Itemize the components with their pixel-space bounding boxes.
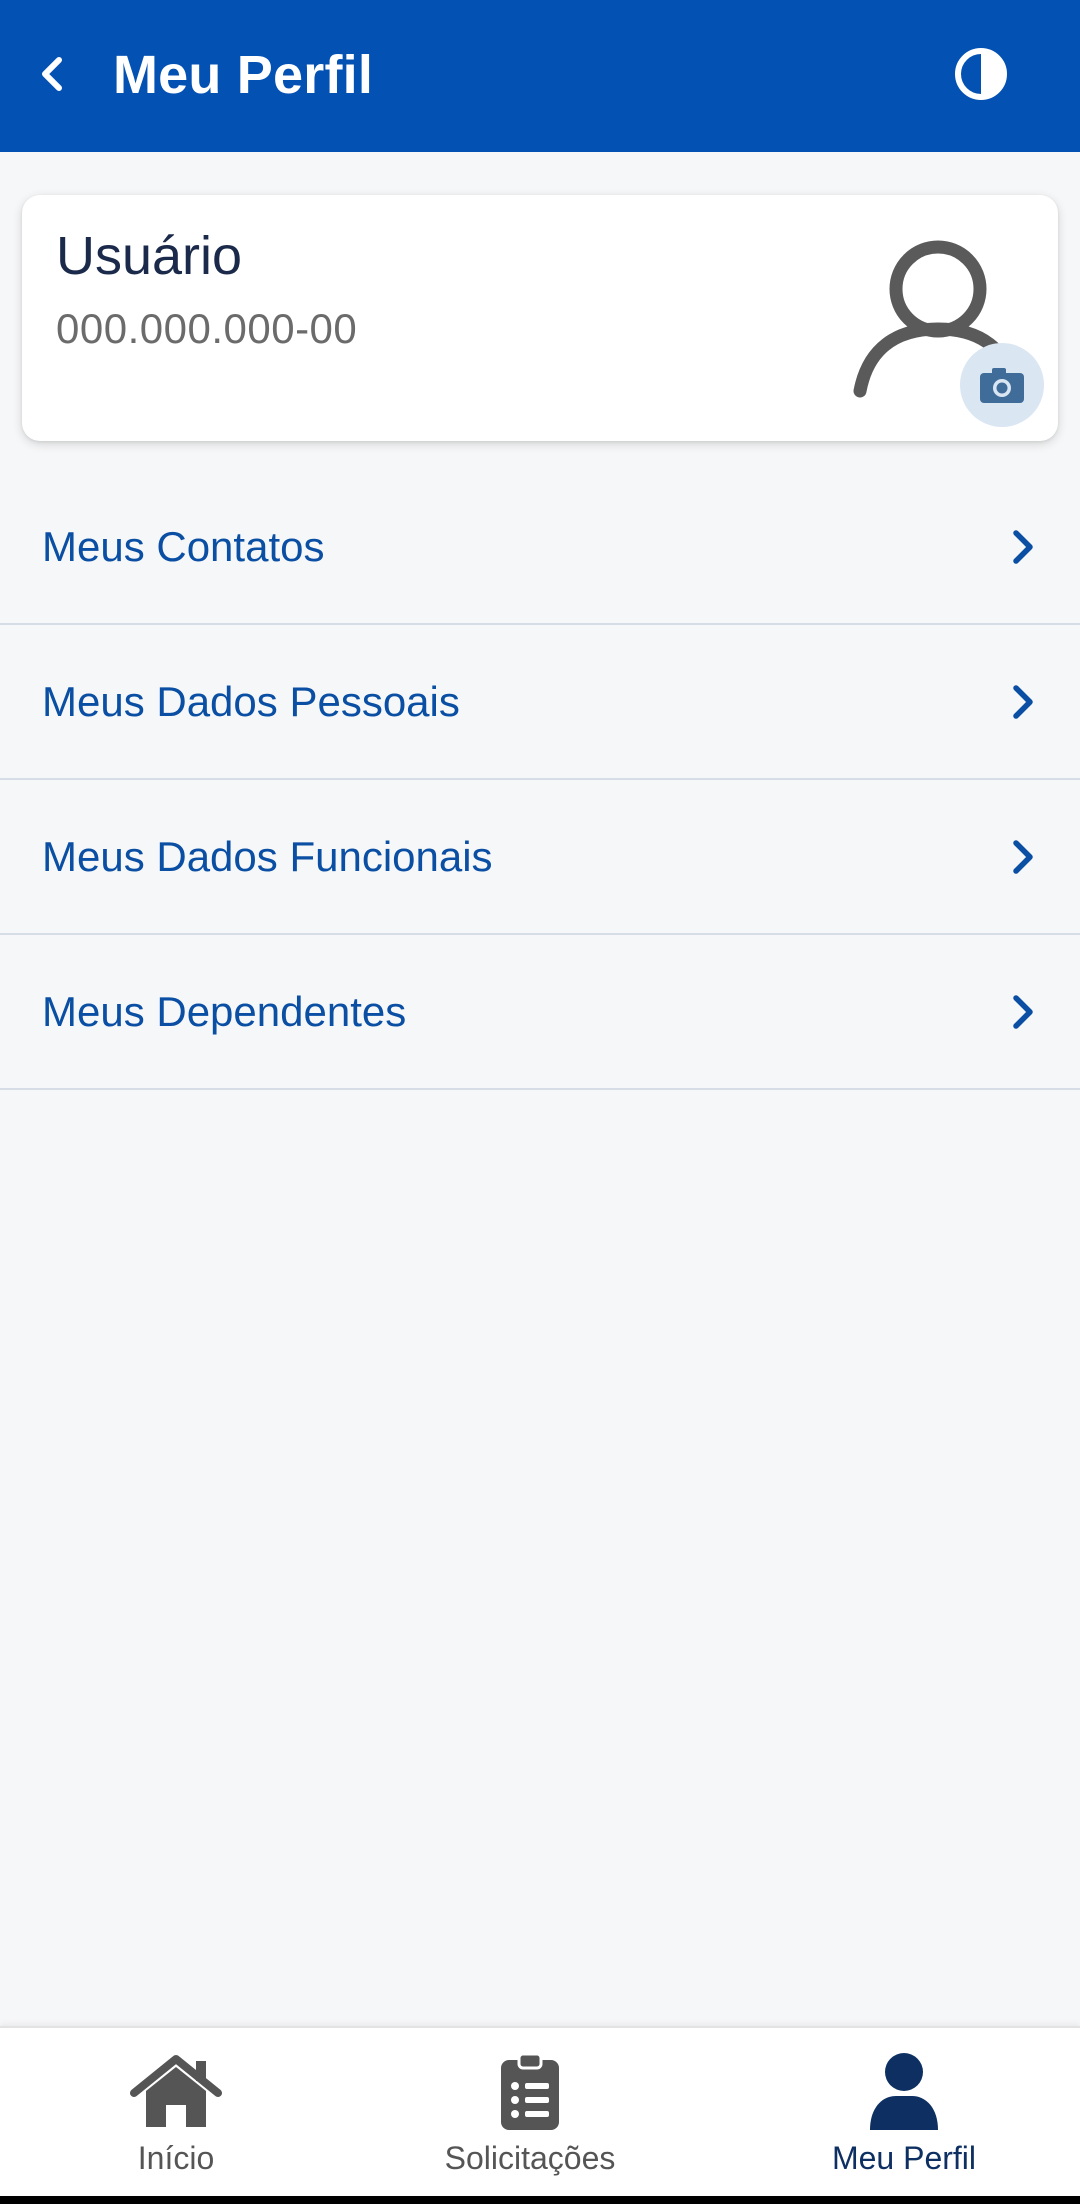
page-title: Meu Perfil [113,45,374,105]
profile-card: Usuário 000.000.000-00 [22,195,1058,441]
nav-tab-label: Meu Perfil [831,2140,977,2176]
menu-item-dependentes[interactable]: Meus Dependentes [0,935,1080,1090]
menu-item-label: Meus Dados Pessoais [42,677,460,725]
home-icon [130,2055,222,2127]
user-document-number: 000.000.000-00 [56,305,358,352]
user-name: Usuário [56,226,243,286]
user-icon [870,2053,938,2130]
contrast-toggle-button[interactable] [945,38,1017,110]
nav-tab-label: Solicitações [444,2140,616,2176]
profile-menu: Meus Contatos Meus Dados Pessoais Meus D… [0,470,1080,1090]
nav-tab-inicio[interactable]: Início [26,2028,326,2202]
contrast-icon [955,48,1007,100]
chevron-left-icon [42,57,62,91]
profile-screen: Meu Perfil Usuário 000.000.000-00 Meus C… [0,0,1080,2204]
clipboard-list-icon [501,2052,559,2130]
chevron-right-icon [1013,994,1033,1029]
bottom-navigation: Início Solicitações Meu Perfil [0,2026,1080,2200]
camera-icon [980,368,1024,403]
nav-tab-solicitacoes[interactable]: Solicitações [380,2028,680,2202]
menu-item-dados-funcionais[interactable]: Meus Dados Funcionais [0,780,1080,935]
nav-tab-label: Início [137,2140,215,2176]
chevron-right-icon [1013,529,1033,564]
menu-item-label: Meus Dados Funcionais [42,832,493,880]
menu-item-dados-pessoais[interactable]: Meus Dados Pessoais [0,625,1080,780]
change-photo-button[interactable] [960,343,1044,427]
chevron-right-icon [1013,839,1033,874]
menu-item-contatos[interactable]: Meus Contatos [0,470,1080,625]
app-header: Meu Perfil [0,0,1080,152]
chevron-right-icon [1013,684,1033,719]
system-navigation-bar [0,2196,1080,2204]
back-button[interactable] [22,36,82,112]
menu-item-label: Meus Contatos [42,522,325,570]
menu-item-label: Meus Dependentes [42,987,407,1035]
nav-tab-meu-perfil[interactable]: Meu Perfil [754,2028,1054,2202]
